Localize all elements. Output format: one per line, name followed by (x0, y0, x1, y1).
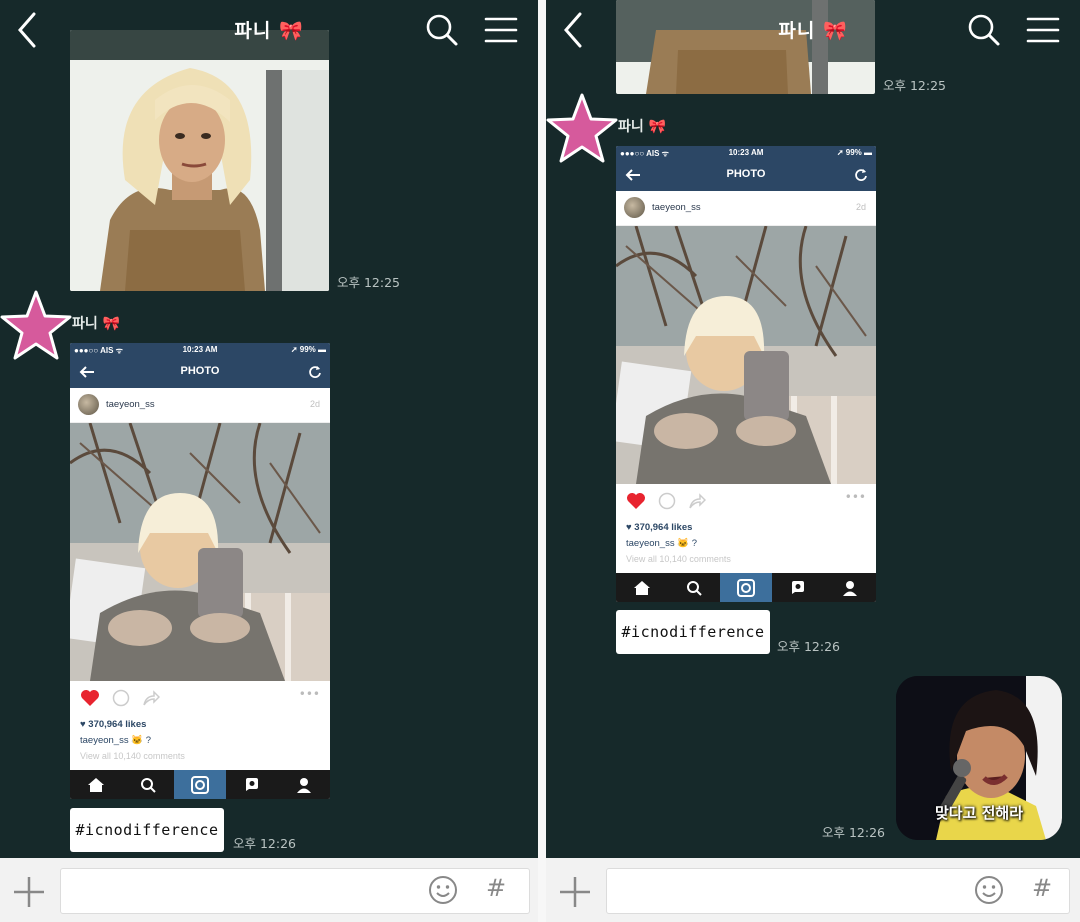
ig-tab-activity[interactable] (226, 770, 278, 799)
profile-icon (843, 580, 857, 596)
gif-message[interactable]: 맞다고 전해라 (896, 676, 1062, 840)
ig-nav-bar: PHOTO (70, 357, 330, 388)
activity-icon (792, 580, 804, 594)
message-time: 오후 12:26 (822, 825, 885, 840)
chat-panel-right: 오후 12:25 파니 🎀 ●●●○○ AIS ᯤ 10:23 AM ➚ 99%… (546, 0, 1080, 922)
ig-tab-search[interactable] (668, 573, 720, 602)
star-icon (546, 93, 618, 163)
ig-post-age: 2d (855, 202, 866, 212)
ig-post-photo (616, 226, 876, 484)
ig-tab-activity[interactable] (772, 573, 824, 602)
heart-icon[interactable] (80, 689, 100, 707)
ig-tab-profile[interactable] (824, 573, 876, 602)
ig-comments-link[interactable]: View all 10,140 comments (626, 554, 731, 564)
chat-area[interactable]: 오후 12:25 파니 🎀 ●●●○○ AIS ᯤ 10:23 AM ➚ 99%… (546, 0, 1080, 858)
ig-battery: ➚ 99% ▬ (290, 345, 326, 354)
share-icon[interactable] (688, 492, 706, 510)
ig-status-bar: ●●●○○ AIS ᯤ 10:23 AM ➚ 99% ▬ (70, 343, 330, 357)
ig-battery: ➚ 99% ▬ (836, 148, 872, 157)
ig-actions: ••• (70, 681, 330, 713)
chat-header: 파니 🎀 (0, 0, 538, 58)
camera-icon (737, 578, 755, 597)
chat-area[interactable]: 오후 12:25 파니 🎀 ●●●○○ AIS ᯤ 10:23 AM ➚ 99%… (0, 0, 538, 858)
ig-tab-camera[interactable] (720, 573, 772, 602)
panel-divider (538, 0, 546, 922)
message-input[interactable] (60, 868, 530, 914)
ig-post-header: taeyeon_ss 2d (70, 388, 330, 423)
ig-tab-camera[interactable] (174, 770, 226, 799)
star-icon (0, 290, 72, 360)
menu-icon[interactable] (1026, 14, 1060, 46)
search-icon (141, 777, 156, 793)
sender-name: 파니 🎀 (618, 119, 667, 135)
message-bubble[interactable]: #icnodifference (616, 610, 770, 654)
more-icon[interactable]: ••• (845, 490, 866, 504)
hash-icon[interactable]: # (484, 874, 508, 906)
profile-icon (297, 777, 311, 793)
instagram-screenshot[interactable]: ●●●○○ AIS ᯤ 10:23 AM ➚ 99% ▬ PHOTO taeye… (70, 343, 330, 799)
sender-name: 파니 🎀 (72, 316, 121, 332)
instagram-screenshot[interactable]: ●●●○○ AIS ᯤ 10:23 AM ➚ 99% ▬ PHOTO taeye… (616, 146, 876, 602)
star-avatar[interactable] (0, 288, 72, 370)
ig-comments-link[interactable]: View all 10,140 comments (80, 751, 185, 761)
ig-avatar (624, 197, 645, 218)
home-icon (88, 777, 104, 792)
share-icon[interactable] (142, 689, 160, 707)
ig-actions: ••• (616, 484, 876, 516)
ig-caption: taeyeon_ss 🐱 ? (80, 735, 151, 746)
photo-image (70, 30, 329, 291)
comment-icon[interactable] (112, 689, 130, 707)
activity-icon (246, 777, 258, 791)
search-icon[interactable] (966, 12, 1002, 48)
ig-likes: ♥ 370,964 likes (80, 719, 147, 730)
heart-icon[interactable] (626, 492, 646, 510)
refresh-icon (855, 169, 867, 181)
comment-icon[interactable] (658, 492, 676, 510)
home-icon (634, 580, 650, 595)
ig-likes: ♥ 370,964 likes (626, 522, 693, 533)
message-time: 오후 12:26 (233, 836, 296, 851)
message-time: 오후 12:25 (883, 78, 946, 93)
ig-post-photo (70, 423, 330, 681)
ig-tab-home[interactable] (616, 573, 668, 602)
camera-icon (191, 775, 209, 794)
ig-nav-title: PHOTO (180, 365, 220, 377)
search-icon (687, 580, 702, 596)
ig-tab-bar (616, 573, 876, 602)
plus-icon[interactable] (558, 875, 592, 909)
message-bubble[interactable]: #icnodifference (70, 808, 224, 852)
input-bar: # (0, 858, 538, 922)
ig-tab-bar (70, 770, 330, 799)
chat-header: 파니 🎀 (546, 0, 1080, 58)
input-bar: # (546, 858, 1080, 922)
ig-nav-title: PHOTO (726, 168, 766, 180)
ig-tab-profile[interactable] (278, 770, 330, 799)
photo-message[interactable] (70, 30, 329, 291)
ig-avatar (78, 394, 99, 415)
emoji-icon[interactable] (428, 875, 458, 905)
emoji-icon[interactable] (974, 875, 1004, 905)
ig-username: taeyeon_ss (106, 399, 155, 410)
plus-icon[interactable] (12, 875, 46, 909)
gif-caption: 맞다고 전해라 (934, 804, 1024, 822)
ig-caption: taeyeon_ss 🐱 ? (626, 538, 697, 549)
ig-status-bar: ●●●○○ AIS ᯤ 10:23 AM ➚ 99% ▬ (616, 146, 876, 160)
message-time: 오후 12:26 (777, 639, 840, 654)
ig-tab-search[interactable] (122, 770, 174, 799)
more-icon[interactable]: ••• (299, 687, 320, 701)
star-avatar[interactable] (546, 91, 618, 173)
menu-icon[interactable] (484, 14, 518, 46)
hash-icon[interactable]: # (1030, 874, 1054, 906)
ig-post-age: 2d (309, 399, 320, 409)
search-icon[interactable] (424, 12, 460, 48)
chat-panel-left: 오후 12:25 파니 🎀 ●●●○○ AIS ᯤ 10:23 AM ➚ 99%… (0, 0, 538, 922)
refresh-icon (309, 366, 321, 378)
ig-username: taeyeon_ss (652, 202, 701, 213)
ig-tab-home[interactable] (70, 770, 122, 799)
message-time: 오후 12:25 (337, 275, 400, 290)
ig-post-header: taeyeon_ss 2d (616, 191, 876, 226)
ig-nav-bar: PHOTO (616, 160, 876, 191)
